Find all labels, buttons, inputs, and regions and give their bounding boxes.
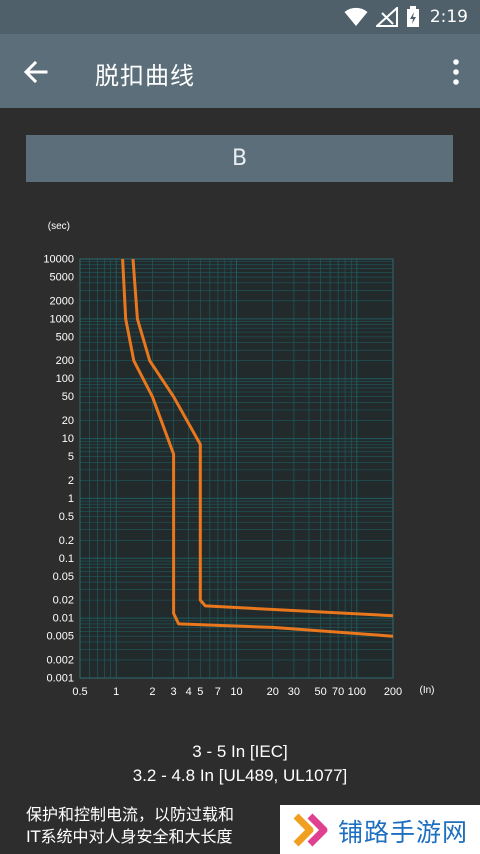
x-tick-label: 70: [332, 686, 344, 698]
y-tick-label: 0.002: [46, 654, 74, 666]
x-tick-label: 50: [314, 686, 326, 698]
y-tick-label: 100: [56, 373, 74, 385]
status-icons: 2:19: [344, 5, 468, 29]
y-tick-label: 10: [62, 433, 74, 445]
y-tick-label: 0.02: [53, 595, 74, 607]
x-tick-label: 200: [384, 686, 402, 698]
watermark-banner: 铺路手游网: [280, 805, 480, 854]
x-tick-label: 4: [186, 686, 192, 698]
y-tick-label: 10000: [43, 254, 74, 266]
y-tick-label: 200: [56, 355, 74, 367]
back-arrow-icon[interactable]: [18, 54, 54, 90]
y-tick-label: 0.2: [59, 535, 74, 547]
battery-charging-icon: [406, 6, 419, 27]
y-tick-label: 1000: [50, 313, 74, 325]
y-tick-label: 0.1: [59, 553, 74, 565]
page-title: 脱扣曲线: [95, 62, 195, 90]
y-tick-label: 500: [56, 331, 74, 343]
x-tick-label: 2: [149, 686, 155, 698]
app-bar: 脱扣曲线: [0, 34, 480, 108]
y-tick-label: 0.005: [46, 631, 74, 643]
y-tick-label: 1: [68, 493, 74, 505]
y-tick-label: 5: [68, 451, 74, 463]
y-tick-label: 0.05: [53, 571, 74, 583]
x-tick-label: 30: [288, 686, 300, 698]
y-tick-label: 20: [62, 415, 74, 427]
x-tick-label: 100: [348, 686, 366, 698]
x-tick-label: 7: [215, 686, 221, 698]
trip-curve-chart: 100005000200010005002001005020105210.50.…: [43, 221, 435, 698]
wifi-icon: [344, 7, 368, 26]
y-tick-label: 2: [68, 475, 74, 487]
y-tick-label: 0.01: [53, 613, 74, 625]
x-tick-label: 1: [113, 686, 119, 698]
cellular-signal-icon: [375, 7, 398, 27]
trip-range-ul: 3.2 - 4.8 In [UL489, UL1077]: [132, 766, 348, 785]
x-tick-label: 3: [171, 686, 177, 698]
curve-type-button[interactable]: B: [26, 135, 453, 182]
trip-range-iec: 3 - 5 In [IEC]: [192, 742, 288, 761]
y-tick-label: 50: [62, 391, 74, 403]
x-axis-label: (In): [420, 685, 435, 696]
x-tick-label: 10: [230, 686, 242, 698]
y-tick-label: 2000: [50, 295, 74, 307]
x-tick-label: 5: [197, 686, 203, 698]
y-axis-label: (sec): [48, 221, 70, 232]
x-tick-label: 20: [267, 686, 279, 698]
y-tick-label: 0.5: [59, 511, 74, 523]
y-tick-label: 0.001: [46, 673, 74, 685]
status-time: 2:19: [429, 7, 468, 27]
status-bar: 2:19: [0, 0, 480, 34]
more-options-icon[interactable]: [446, 56, 466, 88]
x-tick-label: 0.5: [72, 686, 87, 698]
watermark-logo-icon: [293, 813, 328, 847]
watermark-text: 铺路手游网: [338, 818, 469, 847]
y-tick-label: 5000: [50, 272, 74, 284]
